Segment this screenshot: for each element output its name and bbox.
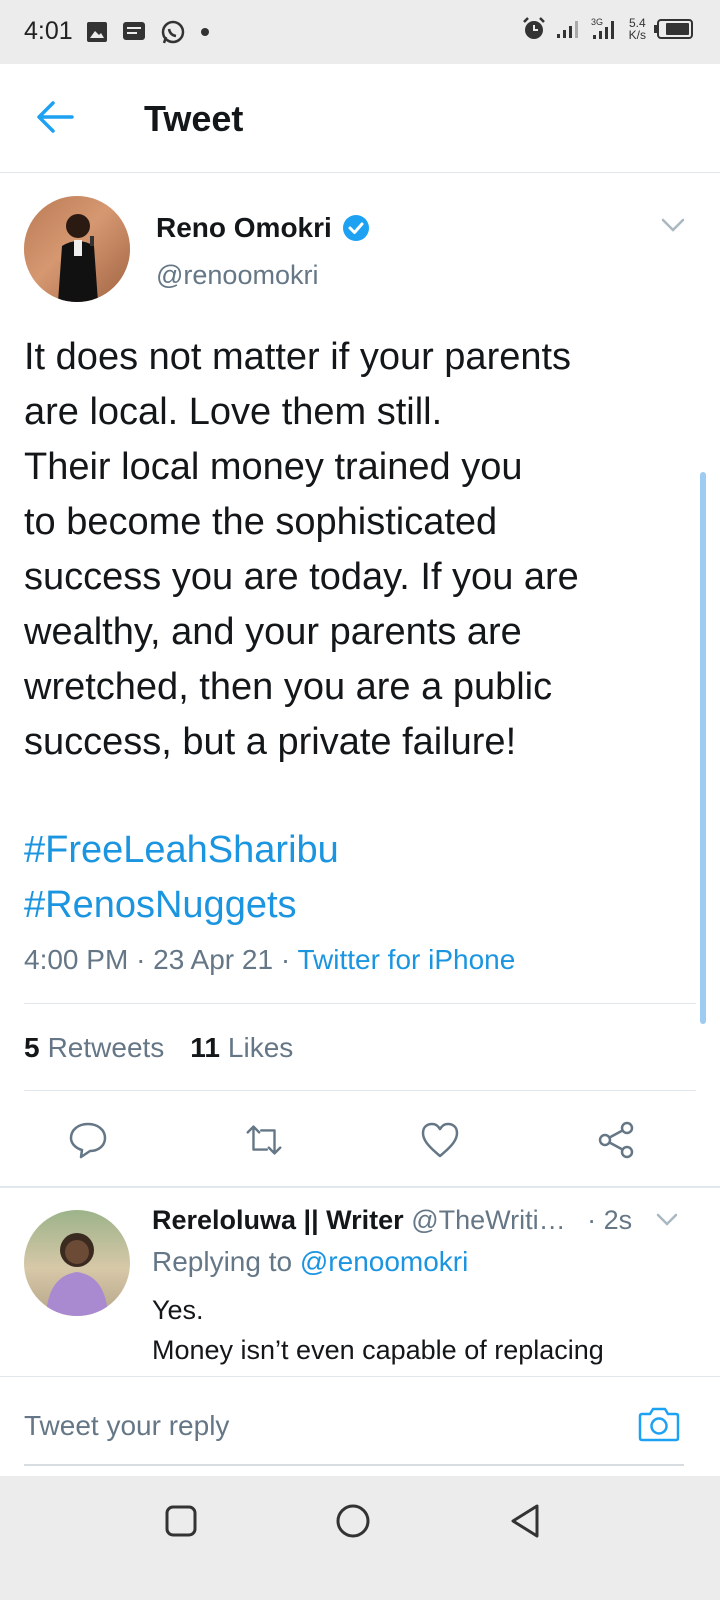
author-avatar-image (24, 196, 130, 302)
tweet-stats: 5 Retweets 11 Likes (24, 1032, 293, 1064)
net-speed: 5.4 K/s (629, 17, 646, 41)
retweets-count: 5 (24, 1032, 40, 1063)
home-icon[interactable] (335, 1503, 371, 1539)
reply-author-name: Rereloluwa || Writer (152, 1205, 404, 1235)
alarm-icon (522, 17, 545, 39)
back-icon[interactable] (508, 1503, 542, 1539)
reply-header[interactable]: Rereloluwa || Writer @TheWriti… · 2s (152, 1205, 632, 1236)
svg-text:3G: 3G (591, 17, 603, 27)
divider (24, 1003, 696, 1004)
section-divider (0, 1186, 720, 1188)
image-icon (87, 22, 107, 42)
author-handle[interactable]: @renoomokri (156, 260, 318, 291)
recents-icon[interactable] (164, 1504, 198, 1538)
replying-label: Replying to (152, 1246, 293, 1277)
meta-separator: · (280, 944, 298, 975)
hashtag-link[interactable]: #RenosNuggets (24, 878, 297, 933)
reply-avatar[interactable] (24, 1210, 130, 1316)
signal-3g-icon: 3G (591, 17, 614, 39)
reply-time: · 2s (587, 1205, 633, 1235)
reply-input[interactable]: Tweet your reply (24, 1410, 229, 1442)
verified-badge-icon (342, 215, 369, 241)
heart-icon (421, 1122, 459, 1158)
reply-author-handle: @TheWriti… (411, 1205, 566, 1235)
replying-to: Replying to @renoomokri (152, 1246, 468, 1278)
tweet-meta: 4:00 PM · 23 Apr 21 · Twitter for iPhone (24, 944, 515, 976)
back-arrow-icon[interactable] (36, 100, 74, 134)
share-icon (598, 1121, 634, 1159)
author-name-text: Reno Omokri (156, 212, 332, 243)
retweets-stat[interactable]: 5 Retweets (24, 1032, 164, 1064)
camera-icon[interactable] (638, 1404, 680, 1444)
retweets-label: Retweets (47, 1032, 165, 1063)
tweet-text: It does not matter if your parents are l… (24, 336, 579, 763)
net-speed-unit: K/s (628, 28, 646, 42)
tweet-source-link[interactable]: Twitter for iPhone (297, 944, 515, 975)
replying-handle-link[interactable]: @renoomokri (300, 1246, 468, 1277)
dot-icon (201, 28, 209, 36)
status-left-icons (86, 19, 210, 45)
reply-text: Yes. Money isn’t even capable of replaci… (152, 1295, 604, 1365)
reply-avatar-image (46, 1233, 108, 1316)
signal-icon (556, 21, 578, 38)
likes-count: 11 (190, 1032, 220, 1063)
chevron-down-icon[interactable] (655, 1212, 679, 1228)
page-title: Tweet (144, 98, 244, 139)
chevron-down-icon[interactable] (660, 216, 686, 234)
scrollbar[interactable] (700, 472, 706, 1024)
hashtag-link[interactable]: #FreeLeahSharibu (24, 823, 339, 878)
divider (24, 1090, 696, 1091)
reply-button[interactable] (66, 1118, 110, 1162)
tweet-date: 23 Apr 21 (153, 944, 274, 975)
tweet-time: 4:00 PM (24, 944, 129, 975)
status-right-icons: 3G 5.4 K/s (521, 15, 694, 43)
system-nav-bar (0, 1476, 720, 1600)
composer-underline (24, 1464, 684, 1466)
status-bar: 4:01 3G 5.4 K/s (0, 0, 720, 64)
whatsapp-icon (161, 20, 185, 44)
share-button[interactable] (594, 1118, 638, 1162)
likes-stat[interactable]: 11 Likes (190, 1032, 293, 1064)
status-time: 4:01 (24, 17, 73, 45)
author-name[interactable]: Reno Omokri (156, 212, 370, 244)
likes-label: Likes (227, 1032, 294, 1063)
retweet-button[interactable] (242, 1118, 286, 1162)
app-header: Tweet (0, 64, 720, 173)
like-button[interactable] (418, 1118, 462, 1162)
reply-icon (69, 1122, 107, 1159)
message-icon (123, 22, 145, 40)
battery-icon (654, 19, 693, 39)
retweet-icon (246, 1125, 282, 1155)
author-avatar[interactable] (24, 196, 130, 302)
meta-separator: · (136, 944, 154, 975)
